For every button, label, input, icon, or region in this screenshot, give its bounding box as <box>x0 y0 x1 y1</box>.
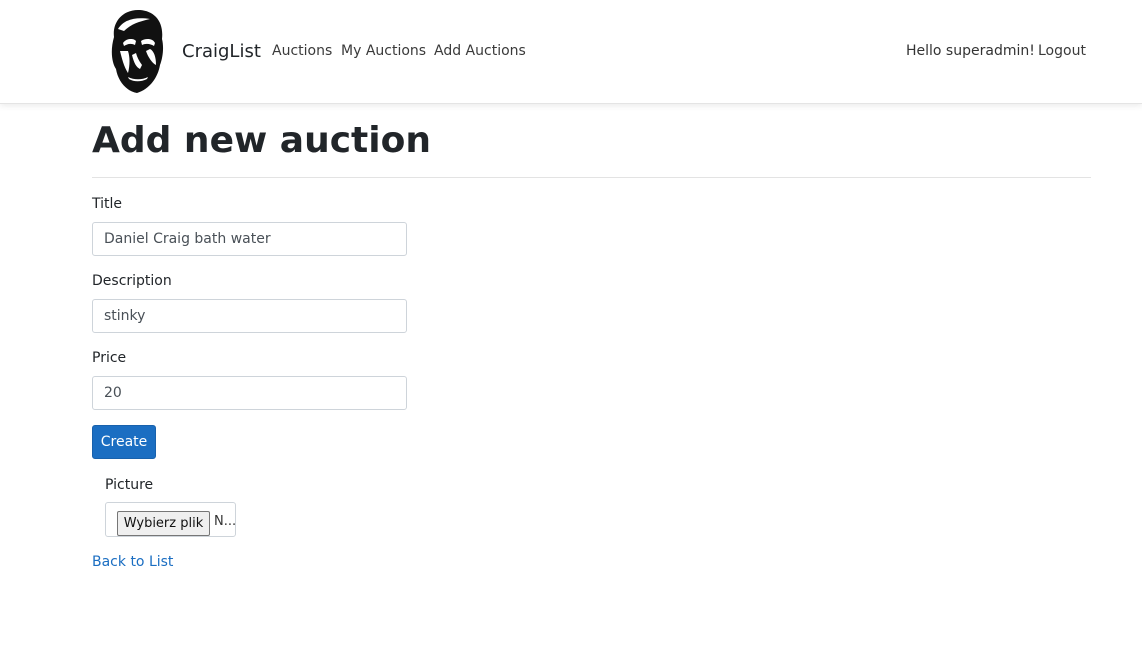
title-input[interactable] <box>92 222 407 256</box>
create-button[interactable]: Create <box>92 425 156 459</box>
brand-link[interactable]: CraigList <box>182 41 261 62</box>
navbar: CraigList Auctions My Auctions Add Aucti… <box>0 0 1142 104</box>
price-label: Price <box>92 350 127 366</box>
nav-my-auctions-link[interactable]: My Auctions <box>341 43 426 59</box>
description-input[interactable] <box>92 299 407 333</box>
user-greeting[interactable]: Hello superadmin! <box>906 43 1035 59</box>
file-status-text: N... <box>214 514 237 529</box>
choose-file-button[interactable]: Wybierz plik <box>117 511 210 536</box>
page-title: Add new auction <box>92 120 431 161</box>
back-to-list-link[interactable]: Back to List <box>92 554 173 570</box>
logout-link[interactable]: Logout <box>1038 43 1086 59</box>
title-divider <box>92 177 1091 178</box>
picture-file-input[interactable]: Wybierz plik N... <box>105 502 236 537</box>
nav-auctions-link[interactable]: Auctions <box>272 43 332 59</box>
price-input[interactable] <box>92 376 407 410</box>
picture-label: Picture <box>105 477 154 493</box>
logo-icon[interactable] <box>106 7 168 94</box>
title-label: Title <box>92 196 123 212</box>
nav-add-auctions-link[interactable]: Add Auctions <box>434 43 526 59</box>
description-label: Description <box>92 273 172 289</box>
